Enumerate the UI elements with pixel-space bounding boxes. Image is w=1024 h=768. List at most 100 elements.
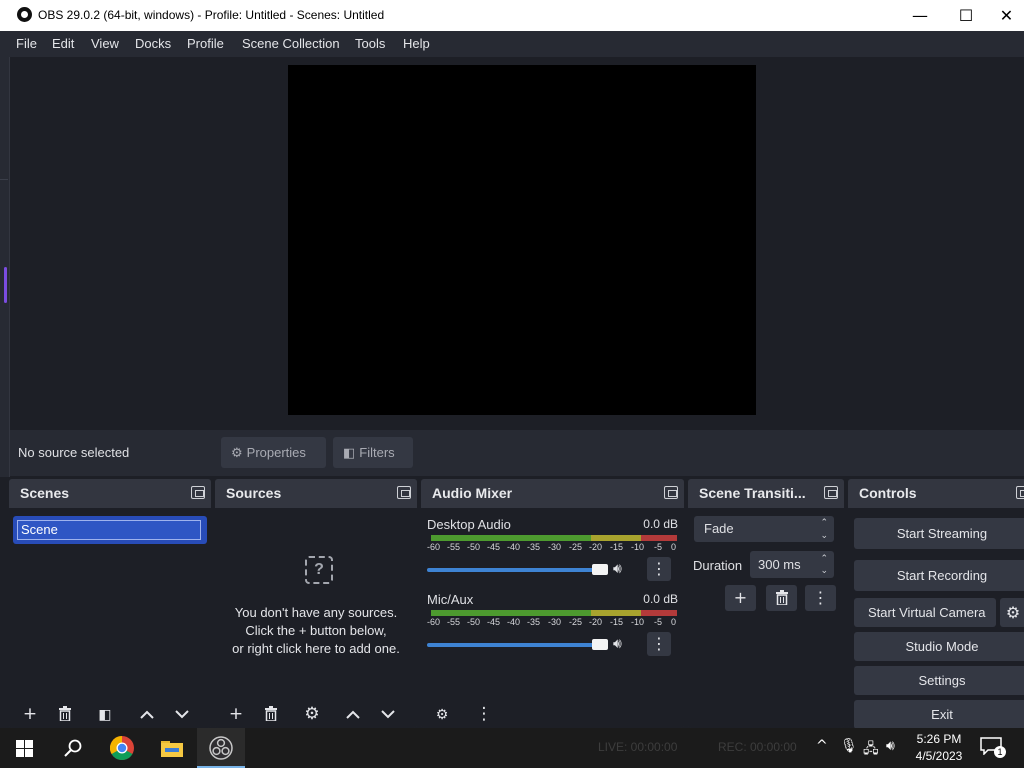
dock-header: Controls xyxy=(848,479,1024,508)
sources-dock: Sources ? You don't have any sources. Cl… xyxy=(215,479,417,728)
obs-taskbar-button[interactable] xyxy=(197,728,245,768)
menu-help[interactable]: Help xyxy=(403,36,430,51)
volume-meter xyxy=(431,535,677,541)
add-transition-button[interactable]: + xyxy=(725,585,756,611)
tick-label: -35 xyxy=(527,617,541,627)
tick-label: 0 xyxy=(671,617,677,627)
question-icon: ? xyxy=(305,556,333,584)
menu-view[interactable]: View xyxy=(91,36,119,51)
tick-label: -30 xyxy=(548,617,562,627)
undock-icon[interactable] xyxy=(824,486,838,499)
scenes-list[interactable]: Scene + ◧ xyxy=(9,508,211,728)
volume-icon[interactable]: 🔊︎ xyxy=(886,738,895,754)
filters-button[interactable]: ◧ Filters xyxy=(333,437,413,468)
volume-meter xyxy=(431,610,677,616)
tick-label: 0 xyxy=(671,542,677,552)
undock-icon[interactable] xyxy=(664,486,678,499)
undock-icon[interactable] xyxy=(1016,486,1024,499)
chevron-up-icon xyxy=(346,710,360,719)
meter-green-segment xyxy=(431,535,591,541)
chrome-taskbar-button[interactable] xyxy=(98,728,146,768)
dock-header: Audio Mixer xyxy=(421,479,684,508)
window-title: OBS 29.0.2 (64-bit, windows) - Profile: … xyxy=(38,8,385,22)
remove-scene-button[interactable] xyxy=(53,702,77,726)
clock-date: 4/5/2023 xyxy=(915,749,963,763)
volume-slider[interactable] xyxy=(427,568,607,572)
add-source-button[interactable]: + xyxy=(224,702,248,726)
filters-label: Filters xyxy=(359,445,395,460)
trash-icon xyxy=(59,706,71,722)
speaker-icon[interactable]: 🔊︎ xyxy=(613,636,622,652)
rec-status: REC: 00:00:00 xyxy=(718,740,797,754)
folder-icon xyxy=(161,741,183,757)
menu-edit[interactable]: Edit xyxy=(52,36,74,51)
mixer-menu-button[interactable]: ⋮ xyxy=(472,702,496,726)
transition-select[interactable]: Fade ⌃ ⌄ xyxy=(694,516,834,542)
dock-header: Scenes xyxy=(9,479,211,508)
move-scene-down-button[interactable] xyxy=(170,702,194,726)
remove-transition-button[interactable] xyxy=(766,585,797,611)
empty-line: or right click here to add one. xyxy=(232,641,400,656)
tick-label: -60 xyxy=(427,617,441,627)
scene-name[interactable]: Scene xyxy=(17,520,201,540)
preview-canvas[interactable] xyxy=(288,65,756,415)
move-source-down-button[interactable] xyxy=(376,702,400,726)
settings-button[interactable]: Settings xyxy=(854,666,1024,695)
duration-spinbox[interactable]: 300 ms ⌃ ⌄ xyxy=(750,551,834,578)
clock-time: 5:26 PM xyxy=(916,732,962,746)
source-properties-button[interactable]: ⚙ xyxy=(300,702,324,726)
remove-source-button[interactable] xyxy=(259,702,283,726)
sources-list[interactable]: ? You don't have any sources. Click the … xyxy=(215,508,417,728)
move-source-up-button[interactable] xyxy=(341,702,365,726)
menu-file[interactable]: File xyxy=(16,36,37,51)
maximize-button[interactable]: ☐ xyxy=(943,0,989,31)
divider xyxy=(0,179,8,180)
menu-tools[interactable]: Tools xyxy=(355,36,385,51)
exit-button[interactable]: Exit xyxy=(854,700,1024,728)
dock-header: Scene Transiti... xyxy=(688,479,844,508)
file-explorer-taskbar-button[interactable] xyxy=(148,728,196,768)
add-scene-button[interactable]: + xyxy=(18,702,42,726)
menu-docks[interactable]: Docks xyxy=(135,36,171,51)
volume-slider-handle[interactable] xyxy=(592,639,608,650)
live-status: LIVE: 00:00:00 xyxy=(598,740,678,754)
notifications-button[interactable]: 1 xyxy=(980,737,1006,759)
minimize-button[interactable]: — xyxy=(897,0,943,31)
spin-arrows-icon[interactable]: ⌃ ⌄ xyxy=(820,552,828,576)
advanced-audio-button[interactable]: ⚙ xyxy=(430,702,454,726)
splitter-handle[interactable] xyxy=(4,267,7,303)
scene-item[interactable]: Scene xyxy=(13,516,207,544)
volume-slider[interactable] xyxy=(427,643,607,647)
controls-dock: Controls Start Streaming Start Recording… xyxy=(848,479,1024,728)
menu-scene-collection[interactable]: Scene Collection xyxy=(242,36,340,51)
speaker-icon[interactable]: 🔊︎ xyxy=(613,561,622,577)
scene-filters-button[interactable]: ◧ xyxy=(93,702,117,726)
obs-icon xyxy=(209,736,233,760)
context-bar: No source selected ⚙ Properties ◧ Filters xyxy=(10,430,1024,476)
channel-menu-button[interactable]: ⋮ xyxy=(647,557,671,581)
title-bar: OBS 29.0.2 (64-bit, windows) - Profile: … xyxy=(0,0,1024,31)
move-scene-up-button[interactable] xyxy=(135,702,159,726)
chevron-up-icon[interactable]: ^ xyxy=(816,738,828,754)
start-recording-button[interactable]: Start Recording xyxy=(854,560,1024,591)
properties-button[interactable]: ⚙ Properties xyxy=(221,437,326,468)
start-button[interactable] xyxy=(0,728,48,768)
gears-icon: ⚙ xyxy=(435,707,449,723)
virtual-camera-settings-button[interactable]: ⚙ xyxy=(1000,598,1024,627)
undock-icon[interactable] xyxy=(397,486,411,499)
transition-menu-button[interactable]: ⋮ xyxy=(805,585,836,611)
controls-title: Controls xyxy=(859,485,917,501)
channel-menu-button[interactable]: ⋮ xyxy=(647,632,671,656)
network-icon[interactable]: 🖧︎ xyxy=(863,738,879,762)
search-button[interactable] xyxy=(48,728,96,768)
microphone-icon[interactable]: 🎙︎ xyxy=(840,738,858,754)
menu-profile[interactable]: Profile xyxy=(187,36,224,51)
close-button[interactable]: ✕ xyxy=(989,0,1024,31)
studio-mode-button[interactable]: Studio Mode xyxy=(854,632,1024,661)
volume-slider-handle[interactable] xyxy=(592,564,608,575)
start-streaming-button[interactable]: Start Streaming xyxy=(854,518,1024,549)
undock-icon[interactable] xyxy=(191,486,205,499)
clock[interactable]: 5:26 PM 4/5/2023 xyxy=(910,731,968,765)
tick-label: -60 xyxy=(427,542,441,552)
start-virtual-camera-button[interactable]: Start Virtual Camera xyxy=(854,598,996,627)
